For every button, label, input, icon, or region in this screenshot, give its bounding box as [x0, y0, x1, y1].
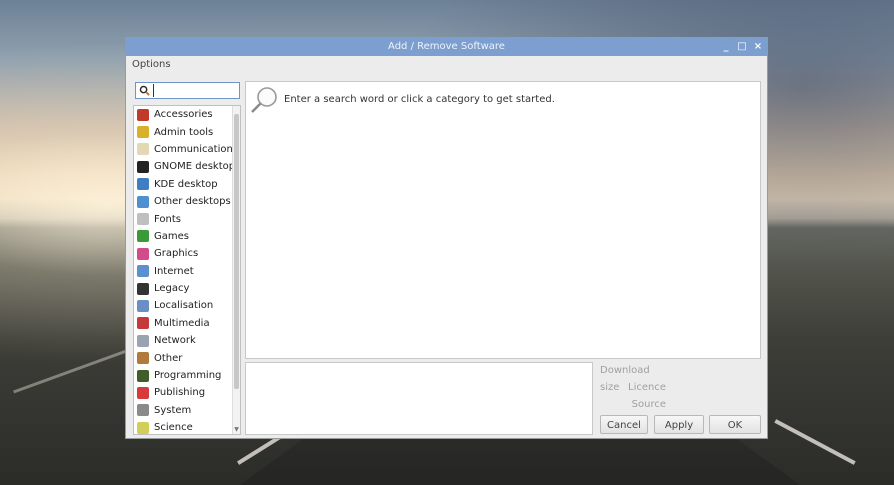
- programming-icon: [137, 369, 149, 382]
- multimedia-icon: [137, 317, 149, 330]
- category-item[interactable]: GNOME desktop: [134, 158, 240, 175]
- window-titlebar[interactable]: Add / Remove Software _ □ ×: [126, 38, 767, 56]
- category-item[interactable]: Programming: [134, 367, 240, 384]
- category-label: Localisation: [154, 300, 214, 312]
- search-icon: [139, 85, 150, 96]
- category-label: Legacy: [154, 283, 190, 295]
- category-item[interactable]: Legacy: [134, 280, 240, 297]
- category-label: Internet: [154, 265, 194, 277]
- category-item[interactable]: Communication: [134, 141, 240, 158]
- category-label: Games: [154, 230, 189, 242]
- close-button[interactable]: ×: [753, 38, 763, 56]
- menu-options[interactable]: Options: [132, 59, 171, 70]
- kde-icon: [137, 178, 149, 191]
- package-details: Download size Licence Source: [594, 362, 666, 413]
- category-label: Accessories: [154, 109, 213, 121]
- category-item[interactable]: KDE desktop: [134, 176, 240, 193]
- admin-tools-icon: [137, 126, 149, 139]
- results-hint: Enter a search word or click a category …: [284, 94, 555, 105]
- category-item[interactable]: Publishing: [134, 384, 240, 401]
- cancel-button[interactable]: Cancel: [600, 415, 648, 434]
- localisation-icon: [137, 299, 149, 312]
- network-icon: [137, 334, 149, 347]
- add-remove-software-window: Add / Remove Software _ □ × Options Acce…: [125, 37, 768, 439]
- accessories-icon: [137, 108, 149, 121]
- category-label: System: [154, 404, 192, 416]
- package-results-panel: Enter a search word or click a category …: [245, 81, 761, 359]
- category-item[interactable]: Multimedia: [134, 315, 240, 332]
- science-icon: [137, 421, 149, 434]
- category-label: Programming: [154, 370, 222, 382]
- category-item[interactable]: Science: [134, 419, 240, 434]
- category-item[interactable]: System: [134, 402, 240, 419]
- source-label: Source: [631, 399, 666, 410]
- internet-icon: [137, 265, 149, 278]
- category-label: Graphics: [154, 248, 199, 260]
- minimize-button[interactable]: _: [721, 38, 731, 56]
- communication-icon: [137, 143, 149, 156]
- ok-button[interactable]: OK: [709, 415, 761, 434]
- search-icon: [251, 87, 277, 113]
- category-list: Accessories Admin tools Communication GNOME…: [133, 105, 241, 435]
- other-icon: [137, 352, 149, 365]
- category-item[interactable]: Network: [134, 332, 240, 349]
- scroll-down-arrow-icon[interactable]: ▼: [233, 426, 240, 434]
- category-label: Admin tools: [154, 126, 214, 138]
- category-item[interactable]: Internet: [134, 263, 240, 280]
- category-item[interactable]: Games: [134, 228, 240, 245]
- graphics-icon: [137, 247, 149, 260]
- gnome-icon: [137, 160, 149, 173]
- package-description-panel: [245, 362, 593, 435]
- category-label: Other desktops: [154, 196, 231, 208]
- category-item[interactable]: Admin tools: [134, 123, 240, 140]
- category-label: Multimedia: [154, 317, 210, 329]
- category-label: Other: [154, 352, 183, 364]
- search-field[interactable]: [135, 82, 240, 99]
- fonts-icon: [137, 213, 149, 226]
- category-label: Publishing: [154, 387, 206, 399]
- window-controls: _ □ ×: [721, 38, 763, 56]
- category-item[interactable]: Localisation: [134, 297, 240, 314]
- category-label: GNOME desktop: [154, 161, 236, 173]
- download-size-label: Download size: [600, 365, 650, 393]
- system-icon: [137, 404, 149, 417]
- category-label: KDE desktop: [154, 178, 218, 190]
- category-item[interactable]: Other desktops: [134, 193, 240, 210]
- category-item[interactable]: Graphics: [134, 245, 240, 262]
- category-scrollbar[interactable]: ▼: [232, 106, 240, 434]
- search-input[interactable]: [153, 84, 236, 97]
- publishing-icon: [137, 386, 149, 399]
- scrollbar-thumb[interactable]: [234, 114, 239, 389]
- category-item[interactable]: Other: [134, 349, 240, 366]
- games-icon: [137, 230, 149, 243]
- apply-button[interactable]: Apply: [654, 415, 704, 434]
- category-label: Communication: [154, 143, 233, 155]
- category-item[interactable]: Accessories: [134, 106, 240, 123]
- category-label: Fonts: [154, 213, 181, 225]
- other-desktops-icon: [137, 195, 149, 208]
- category-item[interactable]: Fonts: [134, 210, 240, 227]
- category-label: Science: [154, 422, 193, 434]
- maximize-button[interactable]: □: [737, 38, 747, 56]
- legacy-icon: [137, 282, 149, 295]
- menubar: Options: [126, 56, 767, 74]
- category-label: Network: [154, 335, 196, 347]
- window-title: Add / Remove Software: [388, 41, 505, 52]
